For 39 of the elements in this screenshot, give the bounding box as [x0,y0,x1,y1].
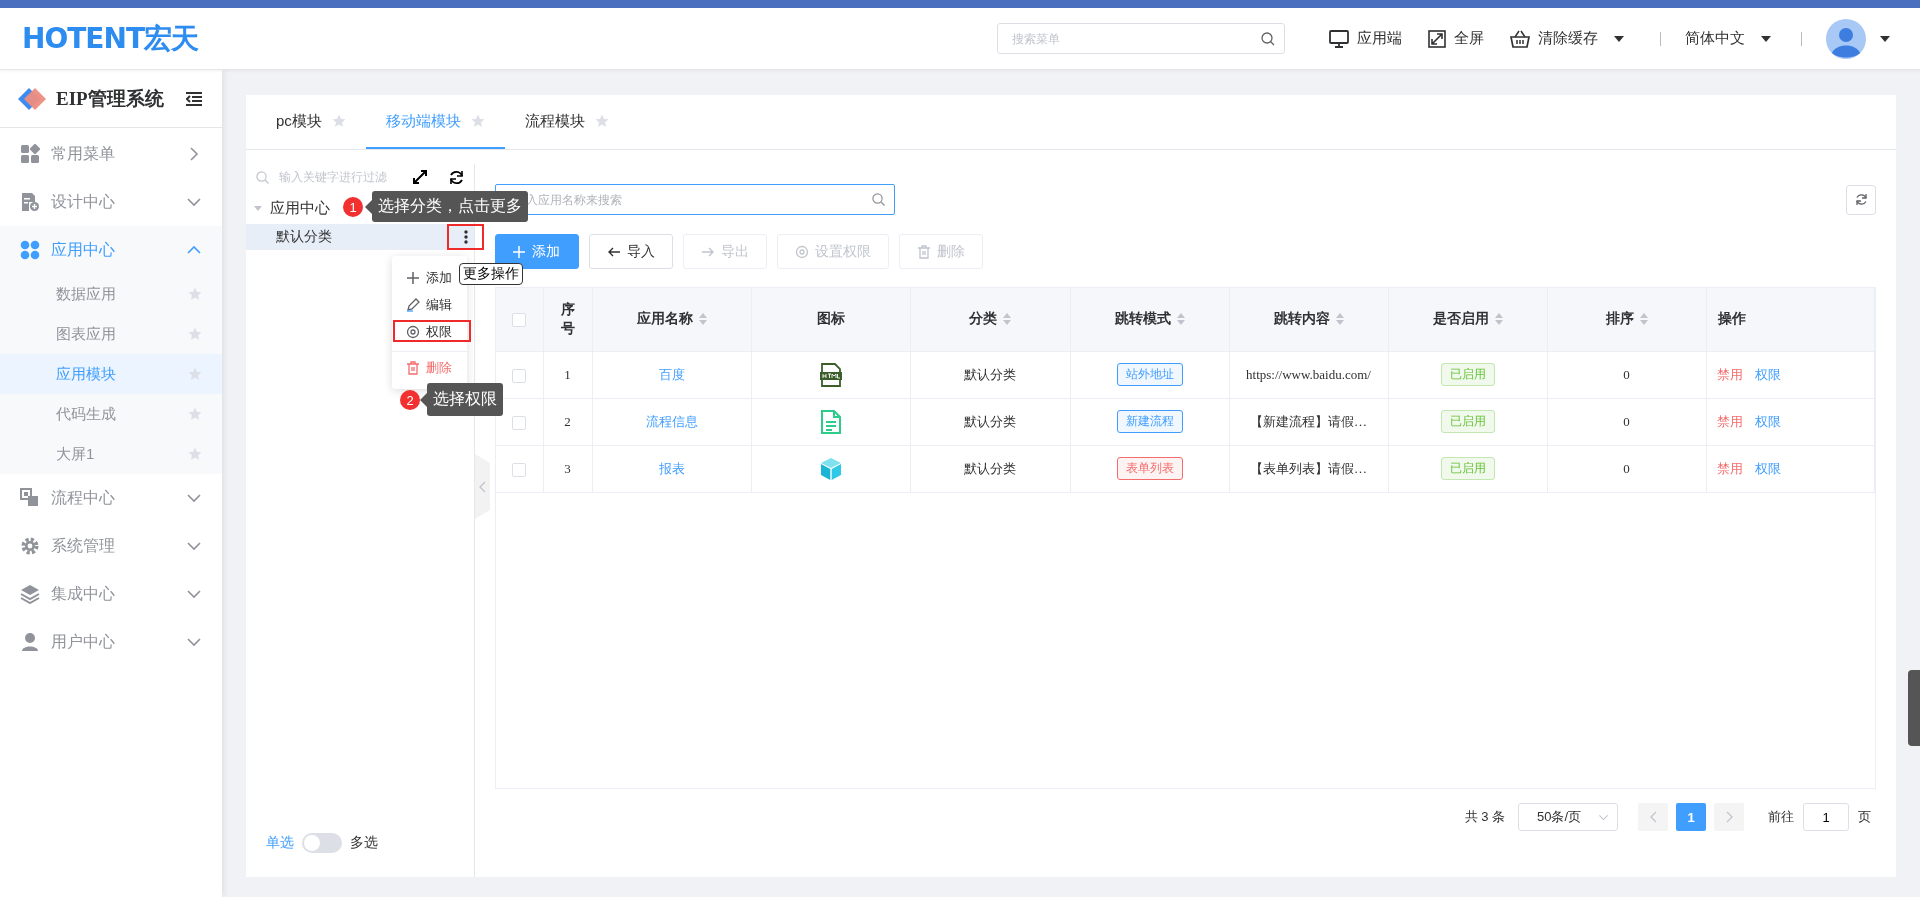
column-header: 分类 [969,310,997,329]
table-cell: 0 [1623,366,1630,382]
status-tag: 已启用 [1440,410,1495,433]
step-badge: 1 [343,197,363,217]
status-tag: 已启用 [1440,457,1495,480]
callout-tooltip: 选择权限 [427,383,503,416]
table-cell: 0 [1623,413,1630,429]
switch-label: 多选 [350,834,378,852]
status-tag: 已启用 [1440,363,1495,386]
total-count: 共 3 条 [1464,808,1505,826]
column-header: 跳转模式 [1114,310,1171,329]
table-cell: https://www.baidu.com/ [1246,366,1371,382]
table-cell: 默认分类 [964,366,1016,382]
switch-label: 单选 [266,834,294,852]
mode-tag: 新建流程 [1116,410,1183,433]
column-header: 排序 [1605,310,1634,329]
column-header: 序号 [559,300,576,339]
table-cell: 0 [1623,460,1630,476]
goto-label: 前往 [1768,808,1794,826]
table-cell: 【表单列表】请假… [1250,460,1367,476]
column-header: 是否启用 [1432,310,1489,329]
column-header: 操作 [1717,310,1746,329]
step-badge: 2 [400,390,420,410]
mode-tag: 站外地址 [1116,363,1183,386]
column-header: 图标 [816,310,845,329]
goto-label: 页 [1858,808,1871,826]
column-header: 应用名称 [636,310,693,329]
table-cell: 默认分类 [964,460,1016,476]
sidebar-title: EIP管理系统 [56,86,165,111]
table-cell: 1 [564,366,571,382]
hover-tooltip: 更多操作 [459,263,523,285]
table-cell: 2 [564,413,571,429]
callout-tooltip: 选择分类，点击更多 [372,191,528,222]
logo: HOTENT宏天 [22,20,198,57]
table-cell: 3 [564,460,571,476]
table-cell: 默认分类 [964,413,1016,429]
mode-tag: 表单列表 [1116,457,1183,480]
table-cell: 【新建流程】请假… [1250,413,1367,429]
column-header: 跳转内容 [1273,310,1330,329]
